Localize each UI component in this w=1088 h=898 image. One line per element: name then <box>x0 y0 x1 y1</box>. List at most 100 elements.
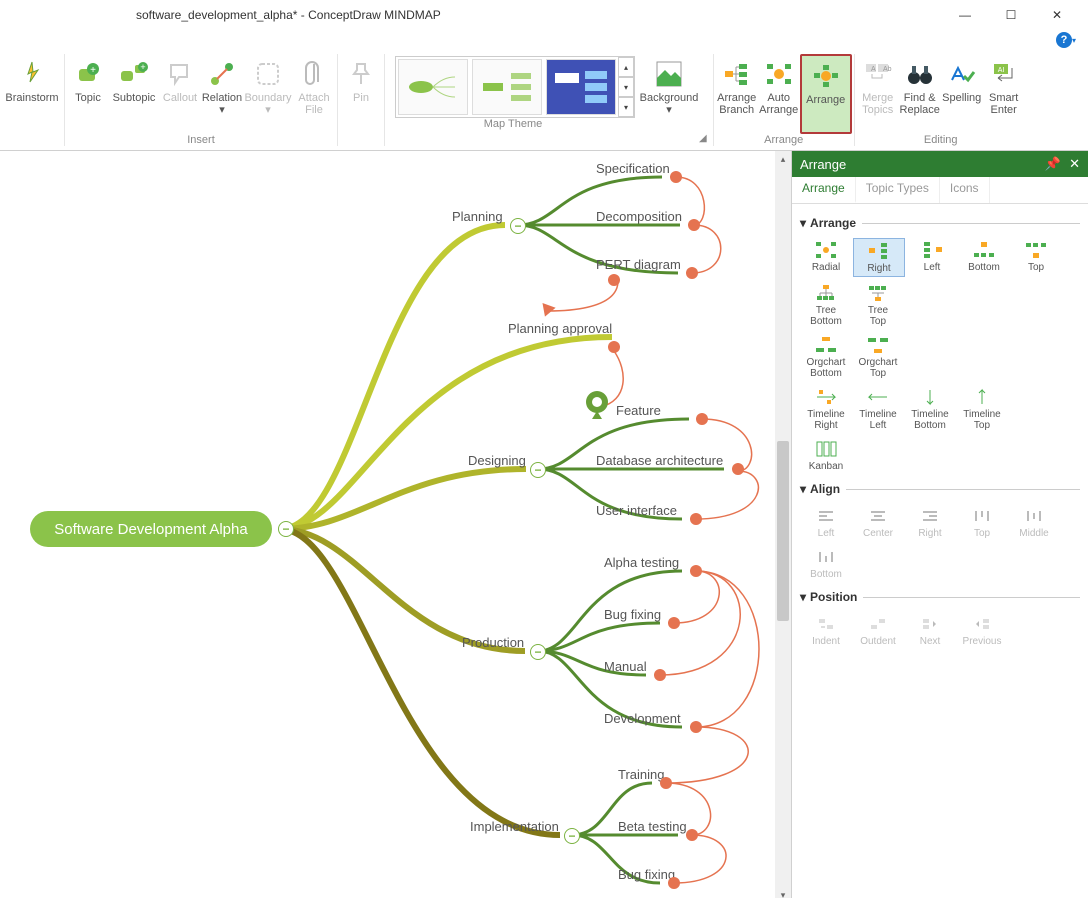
attach-file-button[interactable]: Attach File <box>293 54 335 132</box>
merge-topics-button[interactable]: AAbMerge Topics <box>857 54 899 132</box>
leaf-pert[interactable]: PERT diagram <box>596 257 681 272</box>
auto-arrange-button[interactable]: Auto Arrange <box>758 54 800 132</box>
align-middle[interactable]: Middle <box>1009 504 1059 541</box>
background-icon <box>653 58 685 90</box>
spelling-button[interactable]: Spelling <box>941 54 983 132</box>
align-bottom[interactable]: Bottom <box>801 545 851 582</box>
arrange-timeline-right[interactable]: Timeline Right <box>801 385 851 433</box>
tab-arrange[interactable]: Arrange <box>792 177 856 203</box>
align-left[interactable]: Left <box>801 504 851 541</box>
arrange-tree-top[interactable]: Tree Top <box>853 281 903 329</box>
maximize-button[interactable]: ☐ <box>988 0 1034 30</box>
leaf-alpha-testing[interactable]: Alpha testing <box>604 555 679 570</box>
leaf-manual[interactable]: Manual <box>604 659 647 674</box>
position-next[interactable]: Next <box>905 612 955 649</box>
position-outdent[interactable]: Outdent <box>853 612 903 649</box>
relation-button[interactable]: Relation▾ <box>201 54 243 132</box>
scroll-down-icon[interactable]: ▾ <box>775 887 791 898</box>
position-indent[interactable]: Indent <box>801 612 851 649</box>
arrange-panel: Arrange 📌 ✕ Arrange Topic Types Icons ▾ … <box>791 151 1088 898</box>
align-right[interactable]: Right <box>905 504 955 541</box>
leaf-training[interactable]: Training <box>618 767 664 782</box>
section-align[interactable]: ▾ Align <box>800 482 1080 496</box>
brainstorm-button[interactable]: Brainstorm <box>2 54 62 132</box>
align-top[interactable]: Top <box>957 504 1007 541</box>
scroll-thumb[interactable] <box>777 441 789 621</box>
theme-nav[interactable]: ▴▾▾ <box>618 57 634 117</box>
section-position[interactable]: ▾ Position <box>800 590 1080 604</box>
pin-panel-icon[interactable]: 📌 <box>1045 156 1061 172</box>
collapse-toggle[interactable]: − <box>530 644 546 660</box>
theme-thumb-1[interactable] <box>398 59 468 115</box>
arrange-tree-bottom[interactable]: Tree Bottom <box>801 281 851 329</box>
topic-button[interactable]: +Topic <box>67 54 109 132</box>
help-icon[interactable]: ? <box>1056 32 1072 48</box>
theme-thumb-3[interactable] <box>546 59 616 115</box>
branch-planning[interactable]: Planning <box>452 209 503 224</box>
find-replace-button[interactable]: Find & Replace <box>899 54 941 132</box>
smart-enter-button[interactable]: AISmart Enter <box>983 54 1025 132</box>
theme-thumb-2[interactable] <box>472 59 542 115</box>
leaf-beta-testing[interactable]: Beta testing <box>618 819 687 834</box>
help-bar: ?▾ <box>0 30 1088 50</box>
leaf-feature[interactable]: Feature <box>616 403 661 418</box>
mindmap-canvas[interactable]: Software Development Alpha − Planning − … <box>0 151 775 898</box>
arrange-top[interactable]: Top <box>1011 238 1061 277</box>
dialog-launcher-icon[interactable]: ◢ <box>699 133 711 146</box>
arrange-kanban[interactable]: Kanban <box>801 437 851 474</box>
arrange-orgchart-bottom[interactable]: Orgchart Bottom <box>801 333 851 381</box>
section-arrange[interactable]: ▾ Arrange <box>800 216 1080 230</box>
editing-group-label: Editing <box>855 134 1027 146</box>
subtopic-button[interactable]: +Subtopic <box>109 54 159 132</box>
leaf-specification[interactable]: Specification <box>596 161 670 176</box>
collapse-toggle[interactable]: − <box>278 521 294 537</box>
document-title: software_development_alpha* - ConceptDra… <box>136 8 441 22</box>
svg-text:Ab: Ab <box>883 66 892 73</box>
leaf-bug-fixing[interactable]: Bug fixing <box>604 607 661 622</box>
arrange-timeline-left[interactable]: Timeline Left <box>853 385 903 433</box>
map-theme-gallery[interactable]: ▴▾▾ <box>395 56 635 118</box>
background-button[interactable]: Background▾ <box>639 54 699 132</box>
branch-production[interactable]: Production <box>462 635 524 650</box>
vertical-scrollbar[interactable]: ▴ ▾ <box>775 151 791 898</box>
branch-implementation[interactable]: Implementation <box>470 819 559 834</box>
arrange-icon <box>810 60 842 92</box>
pin-button[interactable]: Pin <box>340 54 382 132</box>
arrange-button[interactable]: Arrange <box>800 54 852 134</box>
collapse-toggle[interactable]: − <box>510 218 526 234</box>
arrange-branch-button[interactable]: Arrange Branch <box>716 54 758 132</box>
arrange-timeline-top[interactable]: Timeline Top <box>957 385 1007 433</box>
boundary-button[interactable]: Boundary▾ <box>243 54 293 132</box>
position-grid: Indent Outdent Next Previous <box>800 610 1080 651</box>
align-center[interactable]: Center <box>853 504 903 541</box>
boundary-icon <box>252 58 284 90</box>
tab-topic-types[interactable]: Topic Types <box>856 177 940 203</box>
smart-enter-icon: AI <box>988 58 1020 90</box>
tab-icons[interactable]: Icons <box>940 177 990 203</box>
arrange-right[interactable]: Right <box>853 238 905 277</box>
leaf-db-arch[interactable]: Database architecture <box>596 453 723 468</box>
minimize-button[interactable]: — <box>942 0 988 30</box>
branch-designing[interactable]: Designing <box>468 453 526 468</box>
leaf-bug-fixing-2[interactable]: Bug fixing <box>618 867 675 882</box>
callout-button[interactable]: Callout <box>159 54 201 132</box>
position-previous[interactable]: Previous <box>957 612 1007 649</box>
arrange-timeline-bottom[interactable]: Timeline Bottom <box>905 385 955 433</box>
close-panel-icon[interactable]: ✕ <box>1069 156 1080 172</box>
panel-title: Arrange <box>800 157 846 172</box>
branch-planning-approval[interactable]: Planning approval <box>508 321 612 336</box>
collapse-toggle[interactable]: − <box>564 828 580 844</box>
leaf-development[interactable]: Development <box>604 711 681 726</box>
leaf-decomposition[interactable]: Decomposition <box>596 209 682 224</box>
panel-header: Arrange 📌 ✕ <box>792 151 1088 177</box>
arrange-left[interactable]: Left <box>907 238 957 277</box>
collapse-toggle[interactable]: − <box>530 462 546 478</box>
arrange-orgchart-top[interactable]: Orgchart Top <box>853 333 903 381</box>
arrange-bottom[interactable]: Bottom <box>959 238 1009 277</box>
close-button[interactable]: ✕ <box>1034 0 1080 30</box>
svg-text:+: + <box>140 62 145 72</box>
arrange-radial[interactable]: Radial <box>801 238 851 277</box>
root-topic[interactable]: Software Development Alpha <box>30 511 272 547</box>
leaf-ui[interactable]: User interface <box>596 503 677 518</box>
scroll-up-icon[interactable]: ▴ <box>775 151 791 167</box>
